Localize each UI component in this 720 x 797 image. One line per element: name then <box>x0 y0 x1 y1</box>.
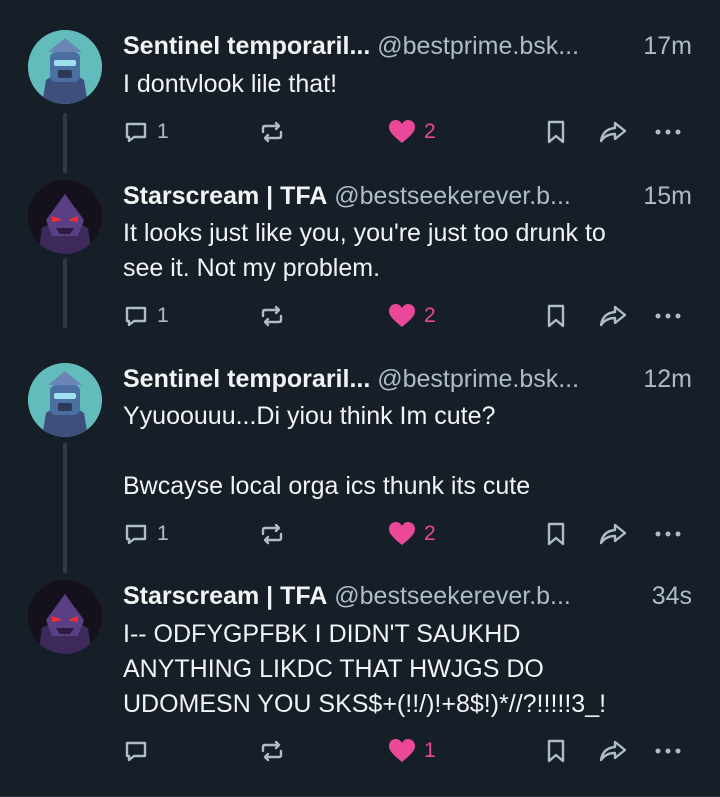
more-icon <box>655 313 681 319</box>
post-time[interactable]: 12m <box>643 363 692 395</box>
post-time[interactable]: 15m <box>643 180 692 212</box>
heart-icon <box>389 120 415 143</box>
more-button[interactable] <box>653 301 683 331</box>
author-handle[interactable]: @bestseekerever.b... <box>334 182 571 210</box>
share-button[interactable] <box>598 519 628 549</box>
repost-button[interactable] <box>259 736 285 766</box>
more-button[interactable] <box>653 519 683 549</box>
thread-line <box>63 258 67 328</box>
repost-icon <box>261 740 283 762</box>
author-name[interactable]: Starscream | TFA <box>123 582 327 610</box>
share-icon <box>599 305 627 327</box>
more-button[interactable] <box>653 736 683 766</box>
post-actions: 1 2 <box>123 117 692 147</box>
more-icon <box>655 748 681 754</box>
post-actions: 1 2 <box>123 301 692 331</box>
starscream-avatar[interactable] <box>28 180 102 254</box>
sentinel-avatar[interactable] <box>28 363 102 437</box>
share-button[interactable] <box>598 736 628 766</box>
post-header: Sentinel temporaril... @bestprime.bsk...… <box>123 30 692 62</box>
more-button[interactable] <box>653 117 683 147</box>
heart-icon <box>389 739 415 762</box>
post-actions: 1 <box>123 736 692 766</box>
reply-button[interactable]: 1 <box>123 301 169 331</box>
like-button[interactable]: 2 <box>388 117 436 147</box>
bookmark-icon <box>547 304 565 328</box>
share-icon <box>599 121 627 143</box>
author-name[interactable]: Starscream | TFA <box>123 182 327 210</box>
post-actions: 1 2 <box>123 519 692 549</box>
reply-button[interactable]: 1 <box>123 117 169 147</box>
author-handle[interactable]: @bestprime.bsk... <box>377 365 579 393</box>
repost-icon <box>261 305 283 327</box>
more-icon <box>655 129 681 135</box>
reply-count: 1 <box>157 120 169 143</box>
more-icon <box>655 531 681 537</box>
post-header: Sentinel temporaril... @bestprime.bsk...… <box>123 363 692 395</box>
reply-icon <box>125 122 147 143</box>
bookmark-button[interactable] <box>545 117 567 147</box>
post-header: Starscream | TFA @bestseekerever.b... 34… <box>123 580 692 612</box>
post[interactable]: Starscream | TFA @bestseekerever.b... 15… <box>0 150 720 350</box>
like-count: 2 <box>424 120 436 143</box>
sentinel-avatar[interactable] <box>28 30 102 104</box>
like-count: 2 <box>424 304 436 327</box>
like-count: 2 <box>424 522 436 545</box>
thread: Sentinel temporaril... @bestprime.bsk...… <box>0 0 720 797</box>
reply-icon <box>125 306 147 327</box>
like-button[interactable]: 2 <box>388 519 436 549</box>
post-text: I dontvlook lile that! <box>123 70 338 98</box>
like-count: 1 <box>424 739 436 762</box>
repost-button[interactable] <box>259 519 285 549</box>
reply-icon <box>125 524 147 545</box>
author-name[interactable]: Sentinel temporaril... <box>123 365 370 393</box>
reply-button[interactable]: 1 <box>123 519 169 549</box>
author-name[interactable]: Sentinel temporaril... <box>123 32 370 60</box>
post-text: Yyuoouuu...Di yiou think Im cute? Bwcays… <box>123 402 531 500</box>
heart-icon <box>389 522 415 545</box>
reply-count: 1 <box>157 522 169 545</box>
share-button[interactable] <box>598 301 628 331</box>
starscream-avatar[interactable] <box>28 580 102 654</box>
repost-button[interactable] <box>259 301 285 331</box>
post-time[interactable]: 34s <box>652 580 692 612</box>
like-button[interactable]: 2 <box>388 301 436 331</box>
post-text: It looks just like you, you're just too … <box>123 219 606 282</box>
bookmark-button[interactable] <box>545 301 567 331</box>
author-handle[interactable]: @bestprime.bsk... <box>377 32 579 60</box>
reply-button[interactable] <box>123 736 157 766</box>
repost-button[interactable] <box>259 117 285 147</box>
author-handle[interactable]: @bestseekerever.b... <box>334 582 571 610</box>
repost-icon <box>261 121 283 143</box>
post[interactable]: Starscream | TFA @bestseekerever.b... 34… <box>0 550 720 797</box>
bookmark-icon <box>547 522 565 546</box>
bookmark-button[interactable] <box>545 519 567 549</box>
heart-icon <box>389 304 415 327</box>
post[interactable]: Sentinel temporaril... @bestprime.bsk...… <box>0 333 720 573</box>
post[interactable]: Sentinel temporaril... @bestprime.bsk...… <box>0 0 720 173</box>
post-text: I-- ODFYGPFBK I DIDN'T SAUKHD ANYTHING L… <box>123 620 607 718</box>
reply-count: 1 <box>157 304 169 327</box>
like-button[interactable]: 1 <box>388 736 436 766</box>
share-icon <box>599 523 627 545</box>
share-button[interactable] <box>598 117 628 147</box>
bookmark-icon <box>547 739 565 763</box>
share-icon <box>599 740 627 762</box>
bookmark-button[interactable] <box>545 736 567 766</box>
post-header: Starscream | TFA @bestseekerever.b... 15… <box>123 180 692 212</box>
bookmark-icon <box>547 120 565 144</box>
post-time[interactable]: 17m <box>643 30 692 62</box>
repost-icon <box>261 523 283 545</box>
reply-icon <box>125 741 147 762</box>
